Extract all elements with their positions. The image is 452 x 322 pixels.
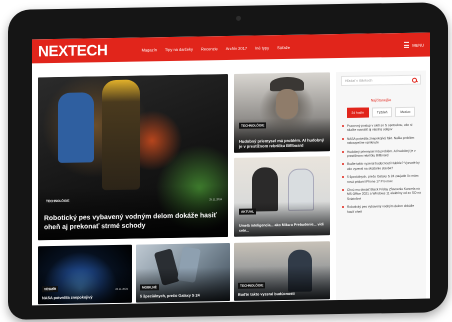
sidebar-tabs: 24 hodín Týždeň Mesiac [341, 106, 421, 118]
list-item[interactable]: Pracovný postup v sieti so S opotrebou, … [341, 123, 421, 133]
hero-title[interactable]: Robotický pes vybavený vodným delom doká… [44, 212, 222, 232]
tab-24h[interactable]: 24 hodín [346, 107, 369, 118]
menu-button[interactable]: MENU [404, 41, 424, 48]
article-tag[interactable]: MOBILNÉ [140, 284, 159, 291]
search-icon[interactable] [412, 77, 417, 83]
tab-month[interactable]: Mesiac [395, 106, 416, 118]
hero-image-figure [58, 92, 94, 163]
main-content: TECHNOLÓGIE 25.11.2024 Robotický pes vyb… [32, 56, 430, 305]
main-nav: Magazín Tipy na darčeky Recenzie Archív … [142, 42, 405, 52]
nav-item-recenzie[interactable]: Recenzie [201, 46, 218, 51]
article-title[interactable]: Hudobný priemysel má problém. AI hudobný… [239, 137, 325, 148]
article-date: 23.11.2024 [115, 287, 128, 291]
site-logo[interactable]: NEXTECH [38, 42, 108, 60]
hero-image-firefighter [102, 79, 140, 191]
article-tag[interactable]: TECHNOLÓGIE [238, 282, 266, 289]
tablet-frame: NEXTECH Magazín Tipy na darčeky Recenzie… [8, 2, 448, 320]
sidebar-title: Najčítanejšie [370, 98, 392, 103]
search-input[interactable]: Hľadať v článkoch [341, 74, 421, 87]
list-item[interactable]: Robotický pes vybavený vodným delom doká… [341, 204, 421, 214]
article-card-ai[interactable]: AKTUAL Umelá inteligencia... ako Mika-a … [234, 156, 330, 237]
search-placeholder: Hľadať v článkoch [345, 78, 373, 83]
list-item[interactable]: 5 špeciálnych, prečo Galaxy S 24 zaujati… [341, 174, 421, 184]
hamburger-icon [404, 41, 410, 48]
article-tag[interactable]: AKTUAL [239, 208, 257, 215]
menu-label: MENU [412, 42, 424, 48]
hero-article[interactable]: TECHNOLÓGIE 25.11.2024 Robotický pes vyb… [38, 74, 228, 241]
article-tag[interactable]: VESMÍR [42, 285, 59, 293]
sidebar: Hľadať v článkoch Najčítanejšie 24 hodín… [336, 70, 426, 301]
nav-item-tipy[interactable]: Tipy na darčeky [165, 46, 193, 51]
article-tag[interactable]: TECHNOLÓGIE [239, 122, 267, 129]
article-card-nasa[interactable]: VESMÍR 23.11.2024 NASA potvrdila znepoko… [38, 244, 132, 305]
list-item[interactable]: Chcú mu dostať Black Friday Zľavnenie Ka… [341, 187, 421, 201]
nav-item-magazin[interactable]: Magazín [142, 47, 157, 52]
tab-week[interactable]: Týždeň [371, 107, 393, 118]
tablet-screen: NEXTECH Magazín Tipy na darčeky Recenzie… [32, 32, 430, 306]
hero-tag[interactable]: TECHNOLÓGIE [44, 197, 72, 205]
list-item[interactable]: Buďte takto vyzeral budúcnosti Hubble? V… [341, 161, 421, 171]
list-item[interactable]: NASA potvrdila znepokojivý fakt. Našla p… [341, 135, 421, 145]
nav-item-ine-typy[interactable]: Iné typy [255, 45, 269, 50]
article-card-music[interactable]: TECHNOLÓGIE Hudobný priemysel má problém… [234, 72, 330, 153]
article-title[interactable]: Umelá inteligencia... ako Mika-a Prebude… [239, 222, 325, 232]
article-card-galaxy[interactable]: MOBILNÉ 5 špeciálnych, prečo Galaxy S 24 [136, 242, 230, 303]
article-card-future[interactable]: TECHNOLÓGIE Buďte takto vyzeral budúcnos… [234, 241, 330, 301]
list-item[interactable]: Hudobný priemysel má problém. AI hudobný… [341, 148, 421, 158]
nav-item-sutaze[interactable]: Súťaže [277, 44, 290, 49]
camera-dot [236, 15, 241, 21]
popular-list: Pracovný postup v sieti so S opotrebou, … [341, 123, 421, 214]
hero-date: 25.11.2024 [209, 198, 222, 202]
nav-item-archiv[interactable]: Archív 2017 [226, 45, 247, 50]
